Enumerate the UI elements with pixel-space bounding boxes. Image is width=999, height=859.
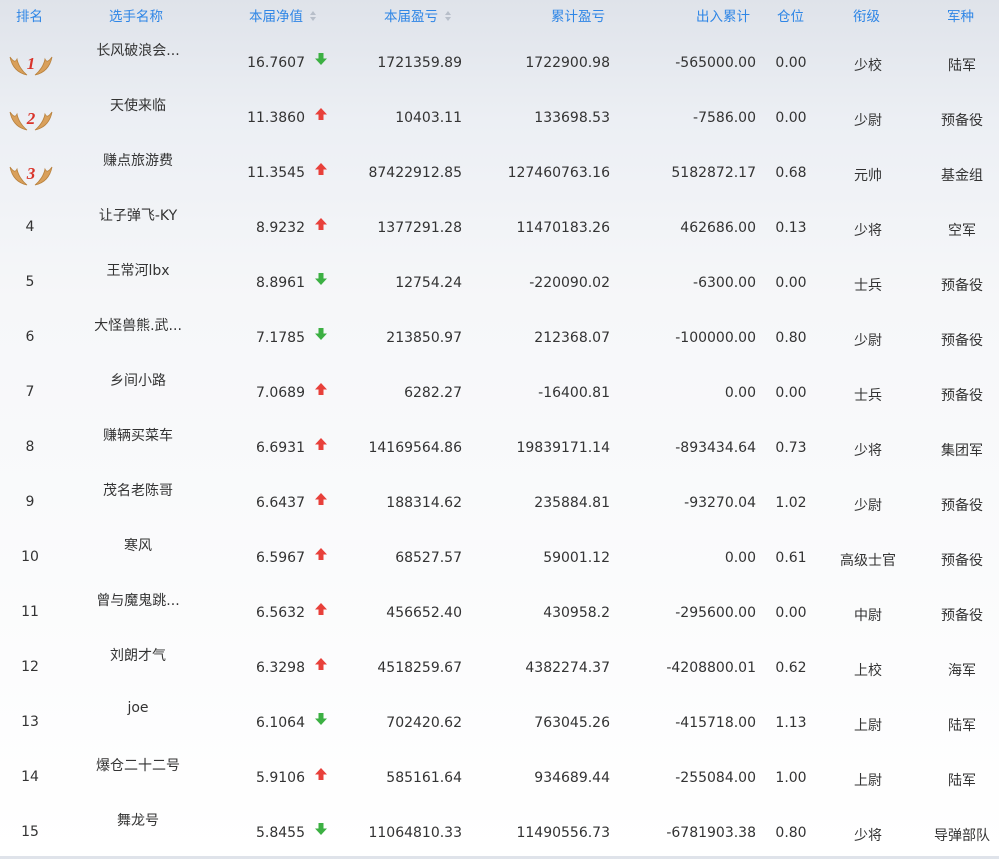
position-ratio: 0.62 (775, 660, 807, 676)
table-row[interactable]: 1 长风破浪会... 16.7607 1721359.89 1722900.98 -565… (0, 34, 999, 89)
military-branch: 预备役 (941, 278, 983, 294)
military-rank: 高级士官 (840, 553, 896, 569)
position-ratio: 0.00 (775, 55, 807, 71)
table-row[interactable]: 9 茂名老陈哥 6.6437 188314.62 235884.81 -93270.04 1… (0, 474, 999, 529)
military-branch: 预备役 (941, 113, 983, 129)
military-branch: 基金组 (941, 168, 983, 184)
table-row[interactable]: 2 天使来临 11.3860 10403.11 133698.53 -7586.00 0.0… (0, 89, 999, 144)
table-header: 排名 选手名称 本届净值 本届盈亏 累计盈亏 出入累计 仓位 衔级 军种 (0, 0, 999, 34)
position-ratio: 0.13 (775, 220, 807, 236)
military-rank: 少将 (854, 223, 882, 239)
military-branch: 陆军 (948, 773, 976, 789)
military-branch: 预备役 (941, 608, 983, 624)
table-row[interactable]: 7 乡间小路 7.0689 6282.27 -16400.81 0.00 0.00 士兵 预备役 (0, 364, 999, 419)
position-ratio: 1.13 (775, 715, 807, 731)
header-position[interactable]: 仓位 (777, 0, 804, 34)
military-branch: 预备役 (941, 498, 983, 514)
header-nav[interactable]: 本届净值 (249, 0, 316, 34)
military-branch: 预备役 (941, 388, 983, 404)
cash-flow-total: -295600.00 (675, 605, 756, 621)
cash-flow-total: -565000.00 (675, 55, 756, 71)
sort-icon[interactable] (445, 11, 451, 21)
position-ratio: 0.00 (775, 605, 807, 621)
position-ratio: 0.00 (775, 275, 807, 291)
cash-flow-total: -7586.00 (693, 110, 756, 126)
header-profit[interactable]: 本届盈亏 (384, 0, 451, 34)
header-arm[interactable]: 军种 (947, 0, 974, 34)
military-branch: 预备役 (941, 333, 983, 349)
header-title[interactable]: 衔级 (853, 0, 880, 34)
table-row[interactable]: 15 舞龙号 5.8455 11064810.33 11490556.73 -678190… (0, 804, 999, 859)
table-row[interactable]: 11 曾与魔鬼跳... 6.5632 456652.40 430958.2 -295600… (0, 584, 999, 639)
header-cum-profit[interactable]: 累计盈亏 (551, 0, 605, 34)
cash-flow-total: -6781903.38 (666, 825, 756, 841)
cash-flow-total: -100000.00 (675, 330, 756, 346)
military-branch: 集团军 (941, 443, 983, 459)
position-ratio: 0.73 (775, 440, 807, 456)
table-row[interactable]: 8 赚辆买菜车 6.6931 14169564.86 19839171.14 -89343… (0, 419, 999, 474)
header-rank[interactable]: 排名 (16, 0, 43, 34)
cash-flow-total: 462686.00 (680, 220, 756, 236)
cash-flow-total: 0.00 (724, 385, 756, 401)
table-row[interactable]: 6 大怪兽熊.武... 7.1785 213850.97 212368.07 -10000… (0, 309, 999, 364)
military-rank: 少尉 (854, 333, 882, 349)
position-ratio: 0.00 (775, 385, 807, 401)
position-ratio: 1.02 (775, 495, 807, 511)
military-branch: 导弹部队 (934, 828, 990, 844)
position-ratio: 0.80 (775, 330, 807, 346)
military-branch: 陆军 (948, 718, 976, 734)
header-nav-label: 本届净值 (249, 9, 303, 25)
cash-flow-total: -4208800.01 (666, 660, 756, 676)
military-rank: 士兵 (854, 388, 882, 404)
cash-flow-total: -893434.64 (675, 440, 756, 456)
cash-flow-total: 0.00 (724, 550, 756, 566)
military-rank: 少将 (854, 828, 882, 844)
sort-icon[interactable] (310, 11, 316, 21)
military-rank: 上尉 (854, 773, 882, 789)
military-rank: 士兵 (854, 278, 882, 294)
military-rank: 元帅 (854, 168, 882, 184)
header-name[interactable]: 选手名称 (109, 0, 163, 34)
table-row[interactable]: 13 joe 6.1064 702420.62 763045.26 -415718.00 1… (0, 694, 999, 749)
table-row[interactable]: 5 王常河lbx 8.8961 12754.24 -220090.02 -6300.00 0… (0, 254, 999, 309)
table-row[interactable]: 3 赚点旅游费 11.3545 87422912.85 127460763.16 5182… (0, 144, 999, 199)
ranking-table-body: 1 长风破浪会... 16.7607 1721359.89 1722900.98 -565… (0, 34, 999, 859)
military-rank: 中尉 (854, 608, 882, 624)
cash-flow-total: -415718.00 (675, 715, 756, 731)
cash-flow-total: -255084.00 (675, 770, 756, 786)
cash-flow-total: 5182872.17 (671, 165, 756, 181)
position-ratio: 0.00 (775, 110, 807, 126)
table-row[interactable]: 14 爆仓二十二号 5.9106 585161.64 934689.44 -255084.… (0, 749, 999, 804)
position-ratio: 1.00 (775, 770, 807, 786)
player-name[interactable]: joe (80, 700, 196, 716)
military-branch: 预备役 (941, 553, 983, 569)
military-rank: 少将 (854, 443, 882, 459)
cash-flow-total: -93270.04 (684, 495, 756, 511)
military-rank: 上校 (854, 663, 882, 679)
position-ratio: 0.68 (775, 165, 807, 181)
military-rank: 少尉 (854, 498, 882, 514)
military-branch: 陆军 (948, 58, 976, 74)
position-ratio: 0.61 (775, 550, 807, 566)
military-rank: 少校 (854, 58, 882, 74)
header-flow[interactable]: 出入累计 (696, 0, 750, 34)
table-row[interactable]: 10 寒风 6.5967 68527.57 59001.12 0.00 0.61 高级士官 预备… (0, 529, 999, 584)
military-rank: 上尉 (854, 718, 882, 734)
cash-flow-total: -6300.00 (693, 275, 756, 291)
header-profit-label: 本届盈亏 (384, 9, 438, 25)
table-row[interactable]: 12 刘朗才气 6.3298 4518259.67 4382274.37 -4208800… (0, 639, 999, 694)
position-ratio: 0.80 (775, 825, 807, 841)
military-branch: 海军 (948, 663, 976, 679)
military-rank: 少尉 (854, 113, 882, 129)
table-row[interactable]: 4 让子弹飞-KY 8.9232 1377291.28 11470183.26 46268… (0, 199, 999, 254)
military-branch: 空军 (948, 223, 976, 239)
